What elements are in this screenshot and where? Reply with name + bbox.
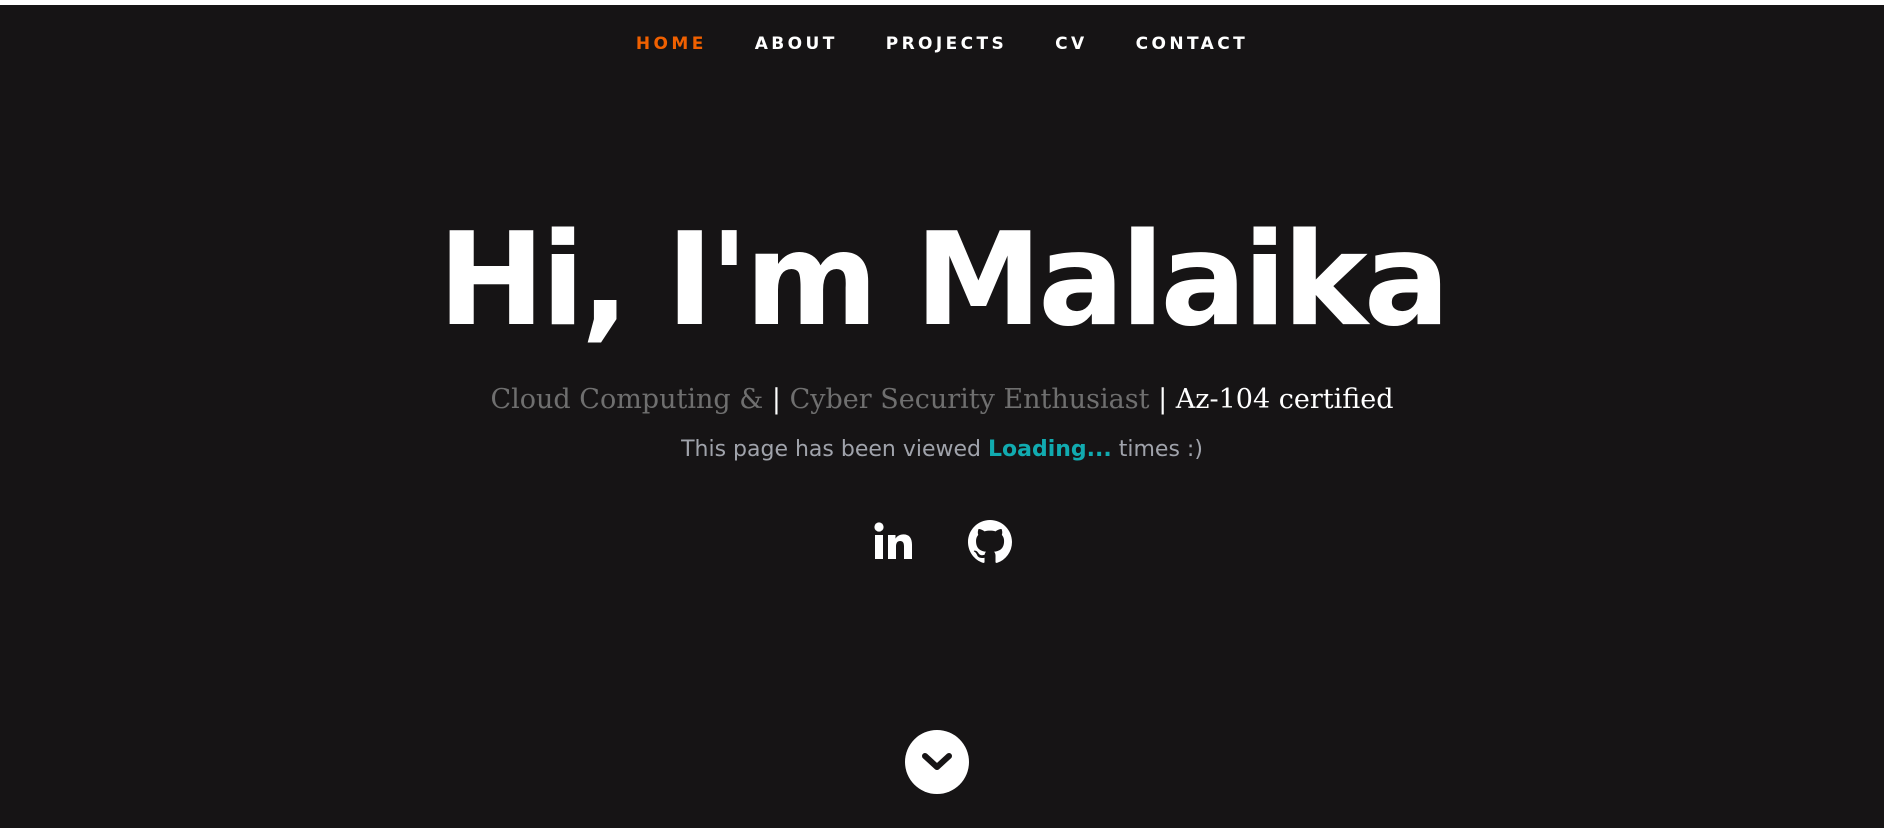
tagline-security: Cyber Security Enthusiast [789,384,1150,415]
tagline-cloud: Cloud Computing & [490,384,764,415]
scroll-down-button[interactable] [905,730,969,794]
counter-value: Loading... [988,437,1112,462]
chevron-down-icon [922,753,952,770]
nav-contact[interactable]: CONTACT [1112,32,1272,56]
nav-home[interactable]: HOME [612,32,731,56]
nav-cv[interactable]: CV [1031,32,1111,56]
nav-about[interactable]: ABOUT [731,32,862,56]
hero-tagline: Cloud Computing & | Cyber Security Enthu… [0,381,1884,419]
counter-prefix: This page has been viewed [681,437,981,462]
view-counter: This page has been viewed Loading... tim… [0,435,1884,465]
scrollbar[interactable] [1884,0,1888,828]
hero-headline: Hi, I'm Malaika [437,206,1450,355]
nav-projects[interactable]: PROJECTS [862,32,1031,56]
tagline-certification: Az-104 certified [1175,384,1394,415]
tagline-separator: | [771,384,781,415]
github-link[interactable] [968,520,1012,564]
linkedin-icon [874,522,912,559]
counter-suffix: times :) [1118,437,1203,462]
main-nav: HOME ABOUT PROJECTS CV CONTACT [0,32,1884,56]
linkedin-link[interactable] [872,520,916,564]
tagline-separator: | [1158,384,1168,415]
social-links [0,520,1884,564]
github-icon [968,520,1012,563]
hero-section: HOME ABOUT PROJECTS CV CONTACT Hi, I'm M… [0,5,1884,828]
